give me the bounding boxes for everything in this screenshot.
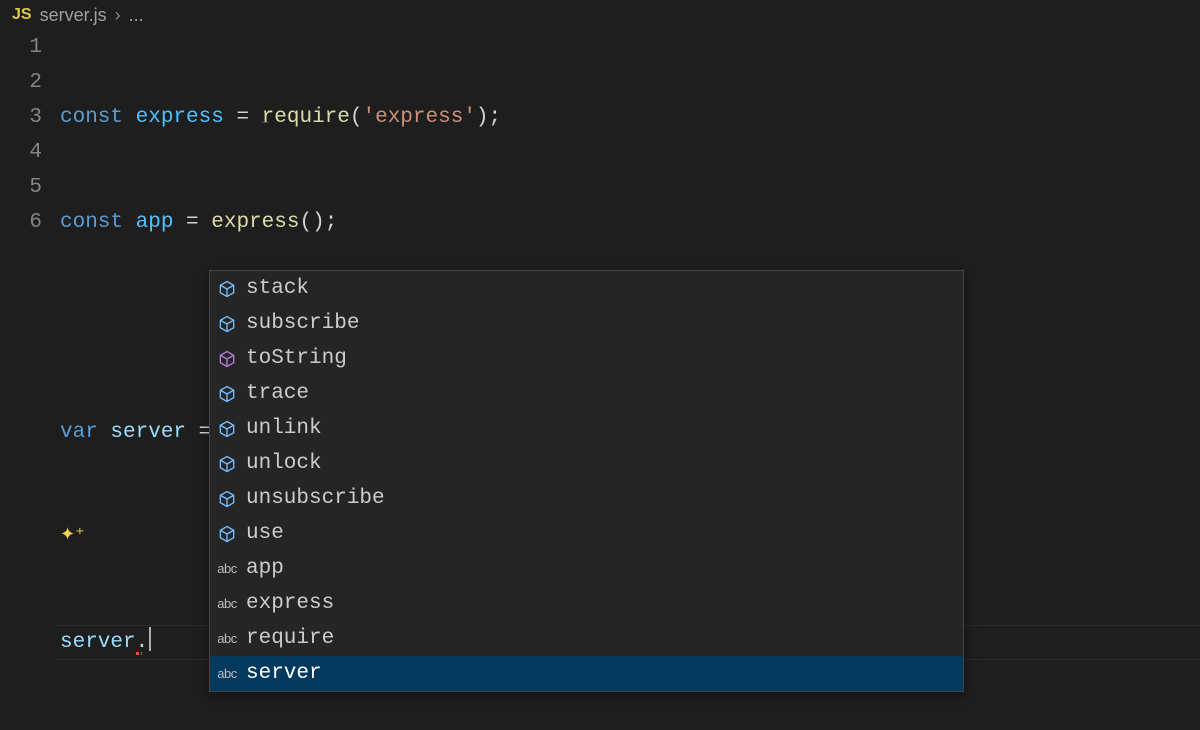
suggestion-item[interactable]: abc express	[210, 586, 963, 621]
cube-icon	[216, 523, 238, 545]
suggestion-item[interactable]: trace	[210, 376, 963, 411]
variable: express	[136, 106, 224, 129]
breadcrumb-trail[interactable]: ...	[129, 5, 144, 26]
js-file-icon: JS	[12, 6, 32, 24]
cube-icon	[216, 488, 238, 510]
line-number: 6	[0, 205, 42, 240]
keyword: var	[60, 421, 98, 444]
cube-icon	[216, 348, 238, 370]
suggestion-label: subscribe	[246, 312, 957, 335]
code-line[interactable]: const express = require('express');	[60, 100, 1200, 135]
suggestion-label: trace	[246, 382, 957, 405]
breadcrumb[interactable]: JS server.js › ...	[0, 0, 1200, 30]
suggestion-label: unlock	[246, 452, 957, 475]
line-number: 2	[0, 65, 42, 100]
suggestion-label: stack	[246, 277, 957, 300]
variable: app	[136, 211, 174, 234]
cube-icon	[216, 453, 238, 475]
line-number: 1	[0, 30, 42, 65]
variable: server	[110, 421, 186, 444]
cube-icon	[216, 418, 238, 440]
suggestion-item[interactable]: use	[210, 516, 963, 551]
text-icon: abc	[216, 593, 238, 615]
suggestion-label: server	[246, 662, 957, 685]
suggestion-label: require	[246, 627, 957, 650]
variable: server	[60, 631, 136, 654]
suggestion-label: use	[246, 522, 957, 545]
text-cursor	[149, 627, 151, 651]
sparkle-icon[interactable]: ✦⁺	[60, 526, 85, 546]
suggestion-item[interactable]: unlink	[210, 411, 963, 446]
suggestion-label: app	[246, 557, 957, 580]
breadcrumb-filename[interactable]: server.js	[40, 5, 107, 26]
intellisense-popup[interactable]: stack subscribe toString trace unlink unlock u…	[209, 270, 964, 692]
suggestion-label: express	[246, 592, 957, 615]
text-icon: abc	[216, 663, 238, 685]
suggestion-label: toString	[246, 347, 957, 370]
cube-icon	[216, 313, 238, 335]
line-number: 5	[0, 170, 42, 205]
suggestion-label: unsubscribe	[246, 487, 957, 510]
string-literal: 'express'	[363, 106, 476, 129]
suggestion-item[interactable]: stack	[210, 271, 963, 306]
suggestion-item[interactable]: abcapp	[210, 551, 963, 586]
cube-icon	[216, 278, 238, 300]
line-number: 3	[0, 100, 42, 135]
suggestion-item[interactable]: abc server	[210, 656, 963, 691]
line-number-gutter: 1 2 3 4 5 6	[0, 30, 60, 730]
text-icon: abc	[216, 558, 238, 580]
suggestion-item[interactable]: unlock	[210, 446, 963, 481]
suggestion-label: unlink	[246, 417, 957, 440]
suggestion-item[interactable]: subscribe	[210, 306, 963, 341]
cube-icon	[216, 383, 238, 405]
keyword: const	[60, 106, 123, 129]
line-number: 4	[0, 135, 42, 170]
suggestion-item[interactable]: abc require	[210, 621, 963, 656]
function-call: require	[262, 106, 350, 129]
chevron-right-icon: ›	[115, 5, 121, 26]
code-line[interactable]: const app = express();	[60, 205, 1200, 240]
text-icon: abc	[216, 628, 238, 650]
keyword: const	[60, 211, 123, 234]
function-call: express	[211, 211, 299, 234]
suggestion-item[interactable]: toString	[210, 341, 963, 376]
suggestion-item[interactable]: unsubscribe	[210, 481, 963, 516]
